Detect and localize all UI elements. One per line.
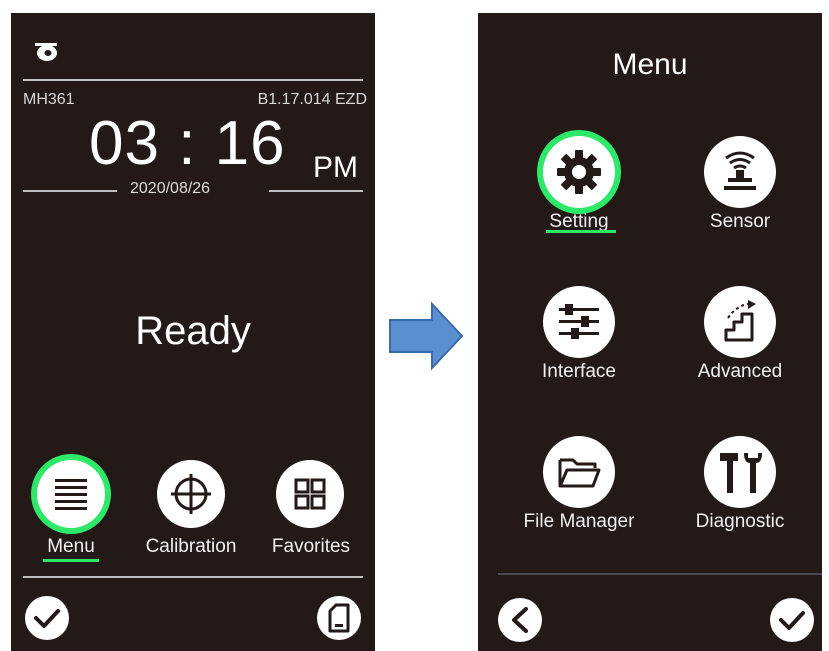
date-divider-left bbox=[23, 190, 117, 192]
sliders-icon bbox=[559, 304, 599, 339]
advanced-button[interactable] bbox=[704, 286, 776, 358]
folder-icon bbox=[558, 458, 601, 488]
home-screen: MH361 B1.17.014 EZD 03 : 16 PM 2020/08/2… bbox=[11, 13, 375, 651]
grid-icon bbox=[294, 478, 326, 510]
crosshair-icon bbox=[171, 474, 211, 514]
menu-title: Menu bbox=[612, 48, 688, 81]
menu-button[interactable] bbox=[37, 460, 105, 528]
device-button[interactable] bbox=[317, 596, 361, 640]
gear-icon bbox=[557, 150, 601, 194]
clock-ampm: PM bbox=[313, 151, 358, 184]
confirm-button[interactable] bbox=[25, 596, 69, 640]
sensor-button[interactable] bbox=[704, 136, 776, 208]
back-icon bbox=[512, 607, 528, 633]
calibration-label: Calibration bbox=[145, 536, 237, 557]
menu-icon bbox=[55, 479, 87, 510]
file-manager-label: File Manager bbox=[523, 511, 635, 532]
firmware-version: B1.17.014 EZD bbox=[257, 91, 367, 108]
menu-footer-divider bbox=[498, 573, 822, 575]
stairs-icon bbox=[724, 300, 756, 342]
tools-icon bbox=[720, 453, 762, 493]
date-text: 2020/08/26 bbox=[130, 180, 211, 197]
clock-time: 03 : 16 bbox=[89, 109, 286, 178]
interface-label: Interface bbox=[542, 361, 616, 382]
diagnostic-label: Diagnostic bbox=[695, 511, 785, 532]
menu-confirm-button[interactable] bbox=[770, 598, 814, 642]
menu-screen: Menu Setting Sensor Interface Advanced F… bbox=[478, 13, 822, 651]
sensor-icon bbox=[724, 151, 756, 190]
check-icon bbox=[779, 611, 805, 630]
interface-button[interactable] bbox=[543, 286, 615, 358]
brand-logo-icon bbox=[35, 43, 57, 61]
phone-document-icon bbox=[328, 603, 350, 633]
menu-selected-underline bbox=[43, 559, 99, 562]
calibration-button[interactable] bbox=[157, 460, 225, 528]
check-icon bbox=[34, 609, 60, 628]
advanced-label: Advanced bbox=[697, 361, 783, 382]
sensor-label: Sensor bbox=[709, 211, 771, 232]
file-manager-button[interactable] bbox=[543, 436, 615, 508]
transition-arrow-icon bbox=[389, 301, 464, 371]
diagnostic-button[interactable] bbox=[704, 436, 776, 508]
back-button[interactable] bbox=[498, 598, 542, 642]
date-divider-right bbox=[269, 190, 363, 192]
favorites-button[interactable] bbox=[276, 460, 344, 528]
footer-divider bbox=[23, 576, 363, 578]
model-name: MH361 bbox=[23, 91, 75, 108]
printer-status: Ready bbox=[135, 309, 251, 353]
favorites-label: Favorites bbox=[271, 536, 351, 557]
menu-label: Menu bbox=[47, 536, 95, 557]
setting-selected-underline bbox=[546, 230, 616, 233]
header-divider bbox=[23, 79, 363, 81]
setting-button[interactable] bbox=[543, 136, 615, 208]
